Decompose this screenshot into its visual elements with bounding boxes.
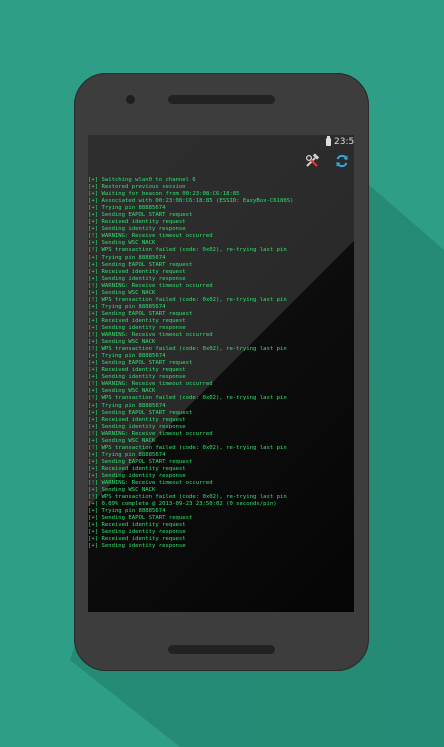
log-line: [!] WARNING: Receive timeout occurred bbox=[88, 480, 213, 487]
log-line: [!] WPS transaction failed (code: 0x02),… bbox=[88, 395, 287, 402]
log-line: [!] WARNING: Receive timeout occurred bbox=[88, 430, 213, 437]
log-line: [!] WPS transaction failed (code: 0x02),… bbox=[88, 247, 287, 254]
log-line: [+] Sending WSC NACK bbox=[88, 240, 156, 247]
log-line: [+] Sending identity response bbox=[88, 275, 186, 282]
log-line: [+] Waiting for beacon from 00:23:08:C6:… bbox=[88, 191, 240, 198]
log-line: [+] Sending identity response bbox=[88, 529, 186, 536]
log-line: [+] Received identity request bbox=[88, 522, 186, 529]
log-line: [+] Trying pin 88885674 bbox=[88, 508, 166, 515]
log-line: [+] Trying pin 88885674 bbox=[88, 353, 166, 360]
log-line: [+] Received identity request bbox=[88, 268, 186, 275]
log-line: [+] Received identity request bbox=[88, 219, 186, 226]
log-line: [+] Sending EAPOL START request bbox=[88, 310, 193, 317]
status-bar: 23:50 bbox=[88, 135, 354, 149]
log-line: [!] WPS transaction failed (code: 0x02),… bbox=[88, 494, 287, 501]
camera bbox=[126, 95, 135, 104]
log-line: [+] Trying pin 88885674 bbox=[88, 254, 166, 261]
log-line: [+] Received identity request bbox=[88, 465, 186, 472]
log-line: [+] Trying pin 88885674 bbox=[88, 451, 166, 458]
log-line: [+] Sending WSC NACK bbox=[88, 388, 156, 395]
log-line: [+] Sending EAPOL START request bbox=[88, 360, 193, 367]
log-line: [+] Sending identity response bbox=[88, 543, 186, 550]
log-line: [+] Sending identity response bbox=[88, 423, 186, 430]
log-line: [+] Received identity request bbox=[88, 367, 186, 374]
log-line: [+] Sending WSC NACK bbox=[88, 437, 156, 444]
refresh-icon[interactable] bbox=[334, 153, 350, 169]
log-line: [+] Sending EAPOL START request bbox=[88, 212, 193, 219]
log-line: [+] Sending identity response bbox=[88, 472, 186, 479]
log-line: [+] 0.09% complete @ 2013-09-23 23:50:02… bbox=[88, 501, 277, 508]
tools-icon[interactable] bbox=[304, 153, 320, 169]
terminal-log: [+] Switching wlan0 to channel 6 [+] Rest… bbox=[88, 177, 354, 550]
log-line: [+] Received identity request bbox=[88, 317, 186, 324]
log-line: [+] Sending EAPOL START request bbox=[88, 409, 193, 416]
log-line: [+] Sending identity response bbox=[88, 226, 186, 233]
log-line: [+] Trying pin 88885674 bbox=[88, 205, 166, 212]
earpiece-speaker bbox=[168, 95, 275, 104]
log-line: [+] Received identity request bbox=[88, 536, 186, 543]
log-line: [+] Trying pin 88885674 bbox=[88, 402, 166, 409]
log-line: [+] Received identity request bbox=[88, 416, 186, 423]
log-line: [!] WARNING: Receive timeout occurred bbox=[88, 381, 213, 388]
log-line: [+] Sending EAPOL START request bbox=[88, 261, 193, 268]
log-line: [+] Sending WSC NACK bbox=[88, 487, 156, 494]
log-line: [!] WPS transaction failed (code: 0x02),… bbox=[88, 296, 287, 303]
log-line: [!] WARNING: Receive timeout occurred bbox=[88, 282, 213, 289]
phone-screen: 23:50 [+] Switching wlan0 to channel 6[+… bbox=[88, 135, 354, 612]
log-line: [+] Sending EAPOL START request bbox=[88, 458, 193, 465]
bottom-speaker bbox=[168, 645, 275, 654]
log-line: [+] Sending identity response bbox=[88, 374, 186, 381]
log-line: [!] WARNING: Receive timeout occurred bbox=[88, 233, 213, 240]
log-line: [+] Associated with 00:23:08:C6:18:85 (E… bbox=[88, 198, 294, 205]
log-line: [!] WPS transaction failed (code: 0x02),… bbox=[88, 346, 287, 353]
log-line: [+] Trying pin 88885674 bbox=[88, 303, 166, 310]
battery-icon bbox=[326, 136, 331, 146]
log-line: [+] Sending WSC NACK bbox=[88, 289, 156, 296]
log-line: [+] Switching wlan0 to channel 6 bbox=[88, 177, 196, 183]
log-line: [+] Sending identity response bbox=[88, 324, 186, 331]
log-line: [+] Restored previous session bbox=[88, 184, 186, 191]
log-line: [!] WARNING: Receive timeout occurred bbox=[88, 332, 213, 339]
log-line: [+] Sending EAPOL START request bbox=[88, 515, 193, 522]
status-clock: 23:50 bbox=[334, 137, 354, 147]
log-line: [+] Sending WSC NACK bbox=[88, 339, 156, 346]
log-line: [!] WPS transaction failed (code: 0x02),… bbox=[88, 444, 287, 451]
